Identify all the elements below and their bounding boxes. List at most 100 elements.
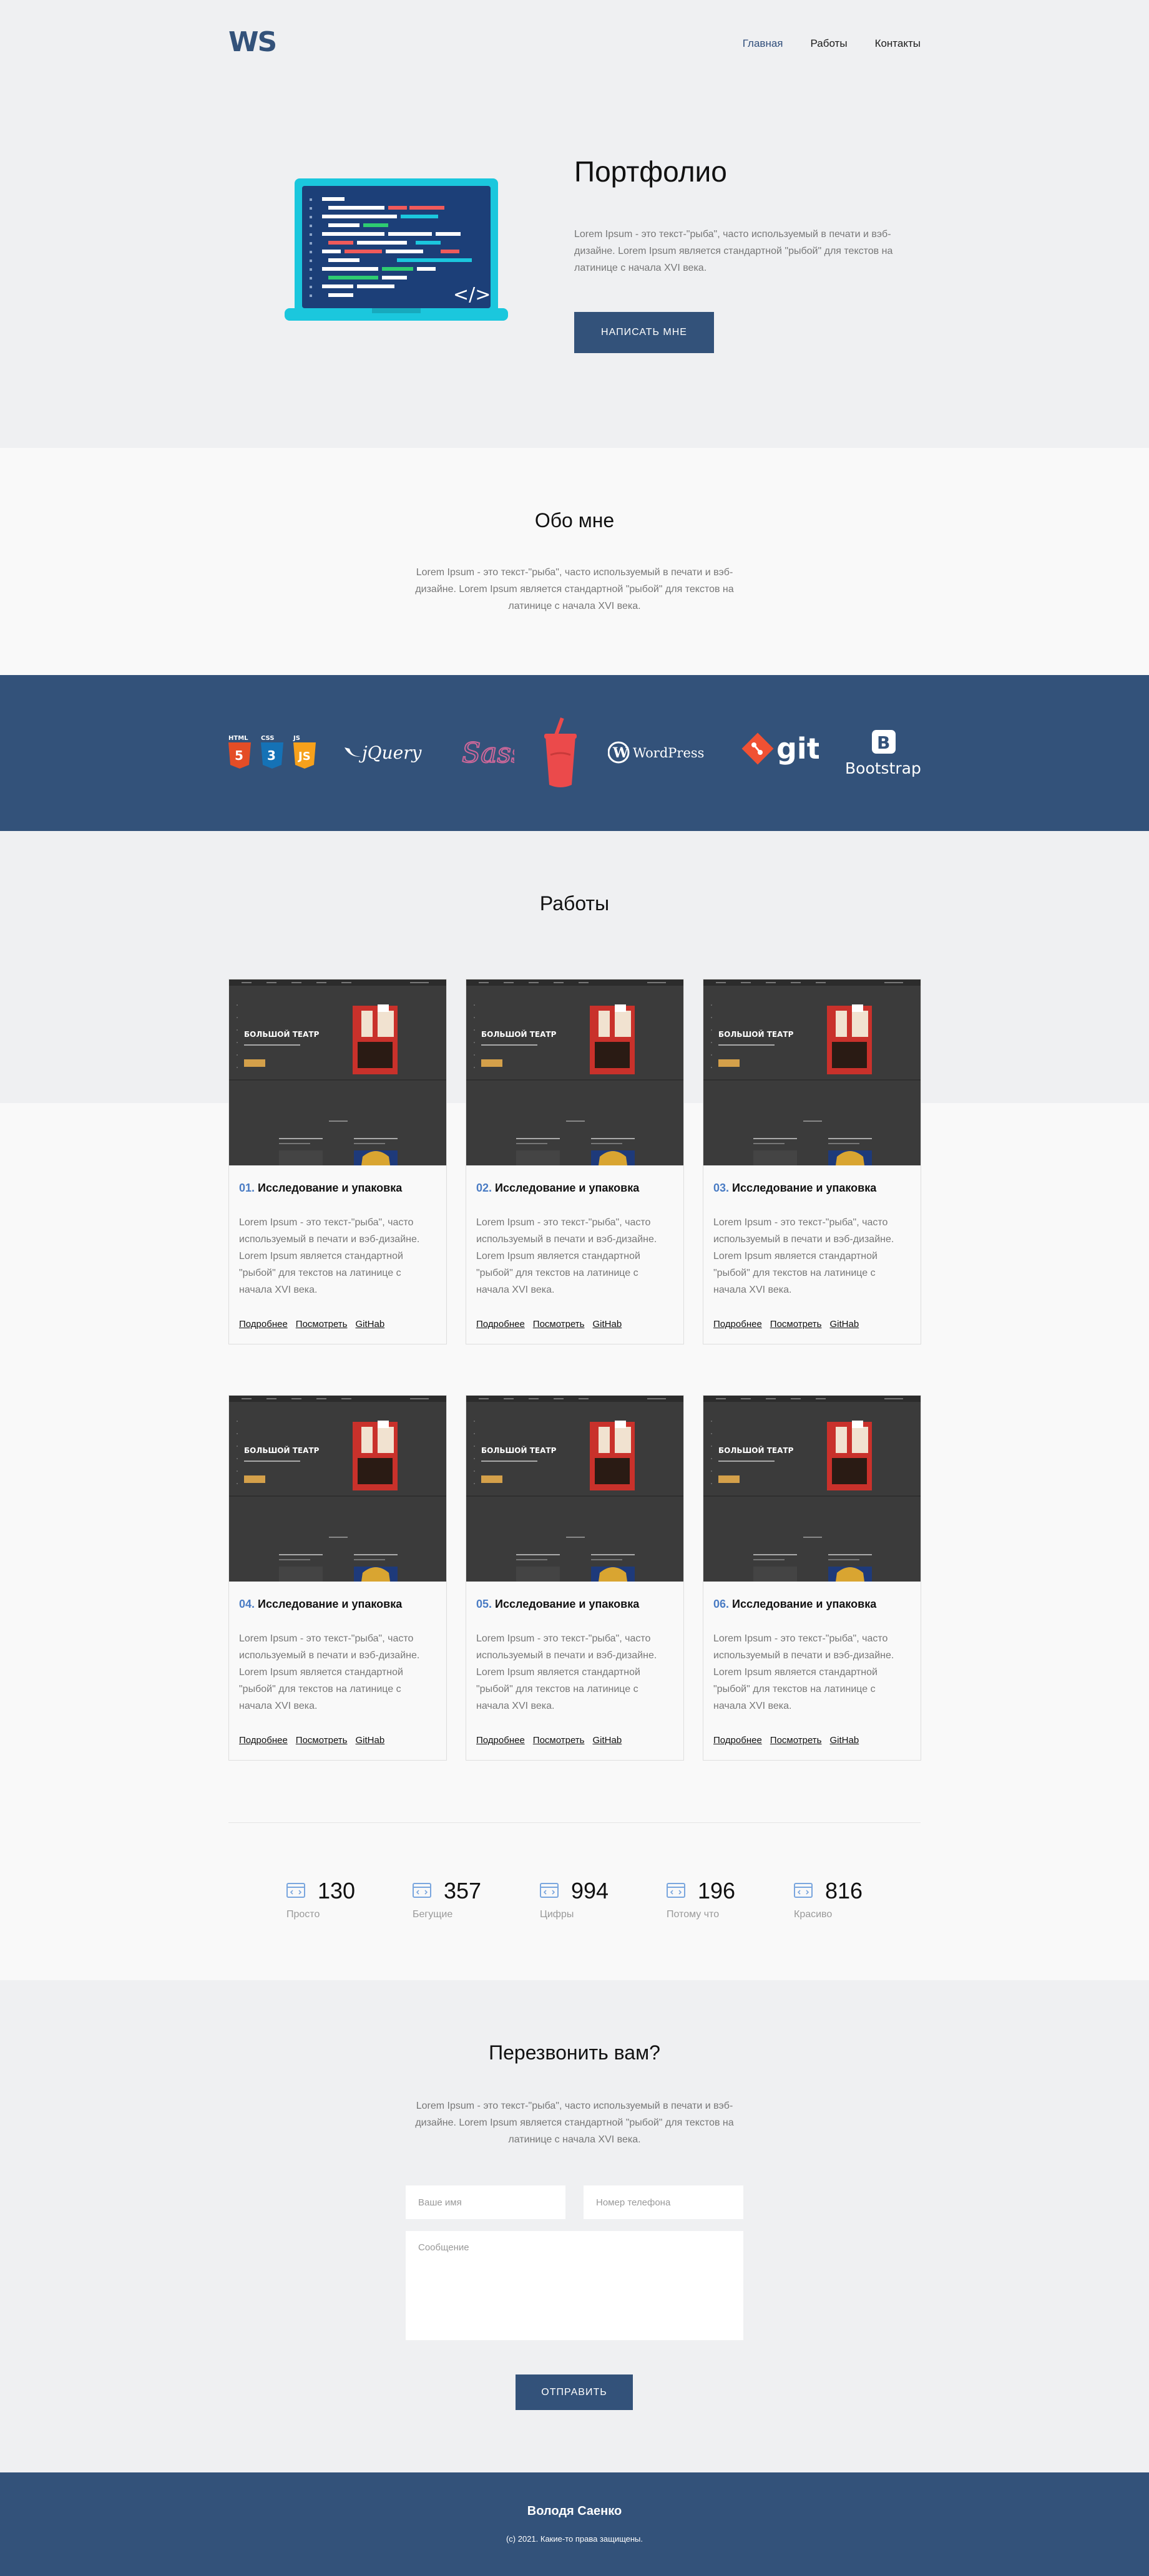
browser-code-icon bbox=[286, 1883, 305, 1898]
about-section bbox=[0, 448, 1149, 675]
nav-item-contacts[interactable]: Контакты bbox=[875, 37, 921, 50]
phone-input[interactable] bbox=[584, 2185, 743, 2219]
github-link[interactable]: GitHab bbox=[593, 1735, 622, 1746]
html-css-js-icon: HTML 5 CSS 3 JS JS bbox=[228, 735, 316, 769]
svg-text:БОЛЬШОЙ ТЕАТР: БОЛЬШОЙ ТЕАТР bbox=[718, 1446, 794, 1455]
callback-title: Перезвонить вам? bbox=[489, 2041, 660, 2064]
svg-text:Bootstrap: Bootstrap bbox=[845, 759, 921, 777]
stat-item: 994 Цифры bbox=[540, 1878, 646, 1924]
work-title-text: Исследование и упаковка bbox=[495, 1598, 640, 1610]
work-title-text: Исследование и упаковка bbox=[258, 1182, 403, 1194]
github-link[interactable]: GitHab bbox=[356, 1319, 385, 1329]
work-card: БОЛЬШОЙ ТЕАТР 06. Исследование и упаковка… bbox=[703, 1395, 921, 1761]
bootstrap-logo: B Bootstrap bbox=[845, 730, 921, 777]
nav-item-home[interactable]: Главная bbox=[743, 37, 783, 50]
svg-text:БОЛЬШОЙ ТЕАТР: БОЛЬШОЙ ТЕАТР bbox=[481, 1029, 557, 1039]
svg-text:Sass: Sass bbox=[462, 737, 514, 769]
work-links: Подробнее Посмотреть GitHab bbox=[476, 1735, 622, 1746]
stat-item: 196 Потому что bbox=[667, 1878, 773, 1924]
work-title: 01. Исследование и упаковка bbox=[239, 1182, 402, 1195]
work-card: БОЛЬШОЙ ТЕАТР 04. Исследование и упаковка… bbox=[228, 1395, 447, 1761]
work-screenshot[interactable]: БОЛЬШОЙ ТЕАТР bbox=[229, 979, 446, 1165]
stat-item: 357 Бегущие bbox=[413, 1878, 519, 1924]
jquery-logo: jQuery bbox=[345, 742, 423, 763]
nav-item-works[interactable]: Работы bbox=[811, 37, 848, 50]
send-button[interactable]: ОТПРАВИТЬ bbox=[516, 2374, 633, 2410]
browser-code-icon bbox=[413, 1883, 431, 1898]
work-number: 02. bbox=[476, 1182, 492, 1194]
view-link[interactable]: Посмотреть bbox=[296, 1735, 348, 1746]
stat-label: Цифры bbox=[540, 1909, 574, 1920]
browser-code-icon bbox=[667, 1883, 685, 1898]
github-link[interactable]: GitHab bbox=[830, 1735, 859, 1746]
work-description: Lorem Ipsum - это текст-"рыба", часто ис… bbox=[476, 1217, 657, 1295]
work-card: БОЛЬШОЙ ТЕАТР 01. Исследование и упаковка… bbox=[228, 979, 447, 1344]
work-screenshot[interactable]: БОЛЬШОЙ ТЕАТР bbox=[229, 1396, 446, 1582]
svg-text:JS: JS bbox=[297, 750, 311, 763]
about-title: Обо мне bbox=[534, 509, 615, 532]
work-title-text: Исследование и упаковка bbox=[258, 1598, 403, 1610]
work-screenshot[interactable]: БОЛЬШОЙ ТЕАТР bbox=[466, 979, 683, 1165]
work-links: Подробнее Посмотреть GitHab bbox=[713, 1735, 859, 1746]
footer-copyright: (c) 2021. Какие-то права защищены. bbox=[506, 2534, 643, 2544]
stat-value: 357 bbox=[444, 1878, 482, 1903]
svg-text:5: 5 bbox=[235, 748, 243, 763]
git-logo: git bbox=[741, 732, 819, 766]
view-link[interactable]: Посмотреть bbox=[770, 1735, 822, 1746]
hero-title: Портфолио bbox=[574, 155, 727, 188]
details-link[interactable]: Подробнее bbox=[476, 1735, 525, 1746]
view-link[interactable]: Посмотреть bbox=[533, 1319, 585, 1329]
name-input[interactable] bbox=[406, 2185, 565, 2219]
svg-text:БОЛЬШОЙ ТЕАТР: БОЛЬШОЙ ТЕАТР bbox=[244, 1446, 320, 1455]
details-link[interactable]: Подробнее bbox=[713, 1319, 762, 1329]
details-link[interactable]: Подробнее bbox=[239, 1735, 288, 1746]
work-card: БОЛЬШОЙ ТЕАТР 03. Исследование и упаковка… bbox=[703, 979, 921, 1344]
stat-label: Бегущие bbox=[413, 1909, 453, 1920]
work-title: 02. Исследование и упаковка bbox=[476, 1182, 639, 1195]
ws-logo[interactable]: WS bbox=[228, 27, 282, 56]
view-link[interactable]: Посмотреть bbox=[533, 1735, 585, 1746]
details-link[interactable]: Подробнее bbox=[713, 1735, 762, 1746]
laptop-code-illustration: </> bbox=[285, 178, 508, 321]
stat-value: 816 bbox=[825, 1878, 863, 1903]
stat-label: Просто bbox=[286, 1909, 320, 1920]
work-links: Подробнее Посмотреть GitHab bbox=[713, 1319, 859, 1329]
hero-text: Lorem Ipsum - это текст-"рыба", часто ис… bbox=[574, 229, 893, 273]
work-title: 05. Исследование и упаковка bbox=[476, 1598, 639, 1611]
stat-value: 994 bbox=[571, 1878, 609, 1903]
svg-text:</>: </> bbox=[453, 284, 491, 306]
works-title: Работы bbox=[539, 892, 610, 915]
callback-text: Lorem Ipsum - это текст-"рыба", часто ис… bbox=[415, 2101, 734, 2145]
svg-text:CSS: CSS bbox=[261, 735, 274, 742]
github-link[interactable]: GitHab bbox=[356, 1735, 385, 1746]
view-link[interactable]: Посмотреть bbox=[770, 1319, 822, 1329]
message-textarea[interactable] bbox=[406, 2231, 743, 2340]
svg-text:WordPress: WordPress bbox=[633, 746, 704, 761]
svg-text:HTML: HTML bbox=[228, 735, 248, 742]
work-screenshot[interactable]: БОЛЬШОЙ ТЕАТР bbox=[703, 979, 921, 1165]
stat-label: Потому что bbox=[667, 1909, 720, 1920]
write-me-button[interactable]: НАПИСАТЬ МНЕ bbox=[574, 312, 714, 353]
github-link[interactable]: GitHab bbox=[593, 1319, 622, 1329]
section-divider bbox=[228, 1822, 921, 1823]
work-number: 04. bbox=[239, 1598, 255, 1610]
github-link[interactable]: GitHab bbox=[830, 1319, 859, 1329]
view-link[interactable]: Посмотреть bbox=[296, 1319, 348, 1329]
work-screenshot[interactable]: БОЛЬШОЙ ТЕАТР bbox=[466, 1396, 683, 1582]
footer-name: Володя Саенко bbox=[527, 2504, 622, 2518]
work-links: Подробнее Посмотреть GitHab bbox=[239, 1319, 384, 1329]
svg-text:3: 3 bbox=[267, 748, 276, 763]
work-description: Lorem Ipsum - это текст-"рыба", часто ис… bbox=[239, 1217, 420, 1295]
work-title-text: Исследование и упаковка bbox=[495, 1182, 640, 1194]
work-number: 03. bbox=[713, 1182, 730, 1194]
work-description: Lorem Ipsum - это текст-"рыба", часто ис… bbox=[713, 1217, 894, 1295]
details-link[interactable]: Подробнее bbox=[239, 1319, 288, 1329]
work-screenshot[interactable]: БОЛЬШОЙ ТЕАТР bbox=[703, 1396, 921, 1582]
about-text: Lorem Ipsum - это текст-"рыба", часто ис… bbox=[415, 567, 734, 611]
wordpress-logo: W WordPress bbox=[608, 741, 704, 764]
work-title: 03. Исследование и упаковка bbox=[713, 1182, 876, 1195]
work-title-text: Исследование и упаковка bbox=[732, 1182, 877, 1194]
work-description: Lorem Ipsum - это текст-"рыба", часто ис… bbox=[476, 1633, 657, 1711]
stat-label: Красиво bbox=[794, 1909, 833, 1920]
details-link[interactable]: Подробнее bbox=[476, 1319, 525, 1329]
